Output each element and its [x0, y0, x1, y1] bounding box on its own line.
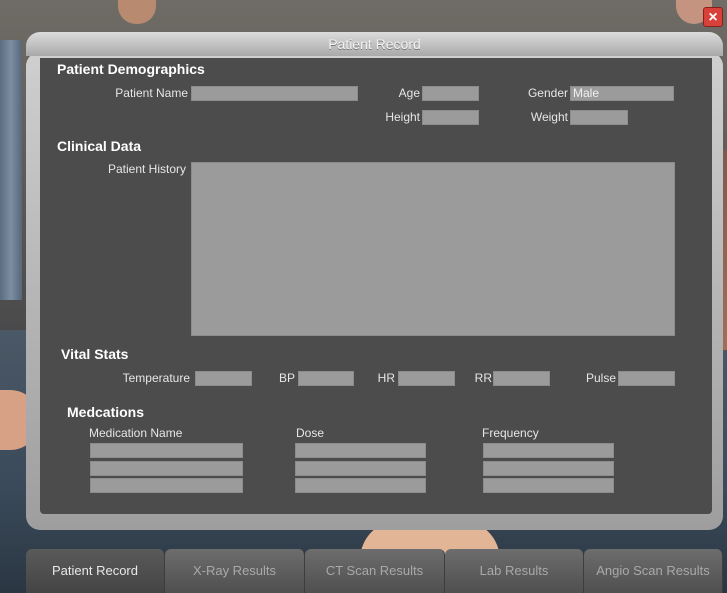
results-tab-bar: Patient Record X-Ray Results CT Scan Res…	[26, 549, 723, 593]
medication-name-field[interactable]	[90, 443, 243, 458]
clinical-data-heading: Clinical Data	[57, 138, 142, 154]
temperature-field[interactable]	[195, 371, 252, 386]
pulse-label: Pulse	[585, 371, 616, 385]
tab-patient-record[interactable]: Patient Record	[26, 549, 165, 593]
tab-lab-results[interactable]: Lab Results	[445, 549, 584, 593]
demographics-heading: Patient Demographics	[57, 61, 205, 77]
height-label: Height	[385, 110, 420, 124]
hr-field[interactable]	[398, 371, 455, 386]
weight-label: Weight	[530, 110, 568, 124]
hr-label: HR	[377, 371, 395, 385]
close-icon: ×	[708, 9, 718, 26]
close-button[interactable]: ×	[703, 7, 723, 27]
temperature-label: Temperature	[122, 371, 190, 385]
rr-field[interactable]	[493, 371, 550, 386]
record-form: Patient Demographics Patient Name Age Ge…	[40, 58, 712, 514]
bp-label: BP	[278, 371, 295, 385]
medication-name-column: Medication Name	[89, 426, 183, 440]
patient-name-field[interactable]	[191, 86, 358, 101]
height-field[interactable]	[422, 110, 479, 125]
frequency-column: Frequency	[482, 426, 539, 440]
gender-label: Gender	[527, 86, 568, 100]
window-title: Patient Record	[328, 36, 421, 52]
dose-field[interactable]	[295, 461, 426, 476]
dose-field[interactable]	[295, 443, 426, 458]
tab-ct-scan-results[interactable]: CT Scan Results	[305, 549, 445, 593]
tab-xray-results[interactable]: X-Ray Results	[165, 549, 305, 593]
window-title-bar: Patient Record	[26, 32, 723, 56]
frequency-field[interactable]	[483, 461, 614, 476]
medication-name-field[interactable]	[90, 478, 243, 493]
patient-history-label: Patient History	[107, 162, 186, 176]
gender-field[interactable]: Male	[570, 86, 674, 101]
age-field[interactable]	[422, 86, 479, 101]
medications-heading: Medcations	[67, 404, 145, 420]
tab-angio-scan-results[interactable]: Angio Scan Results	[584, 549, 723, 593]
dose-field[interactable]	[295, 478, 426, 493]
medication-name-field[interactable]	[90, 461, 243, 476]
age-label: Age	[398, 86, 420, 100]
bp-field[interactable]	[298, 371, 354, 386]
patient-name-label: Patient Name	[115, 86, 188, 100]
rr-label: RR	[474, 371, 492, 385]
frequency-field[interactable]	[483, 478, 614, 493]
patient-history-textarea[interactable]	[191, 162, 675, 336]
vital-stats-heading: Vital Stats	[61, 346, 129, 362]
weight-field[interactable]	[570, 110, 628, 125]
pulse-field[interactable]	[618, 371, 675, 386]
dose-column: Dose	[296, 426, 325, 440]
background-curtain	[0, 40, 22, 300]
frequency-field[interactable]	[483, 443, 614, 458]
